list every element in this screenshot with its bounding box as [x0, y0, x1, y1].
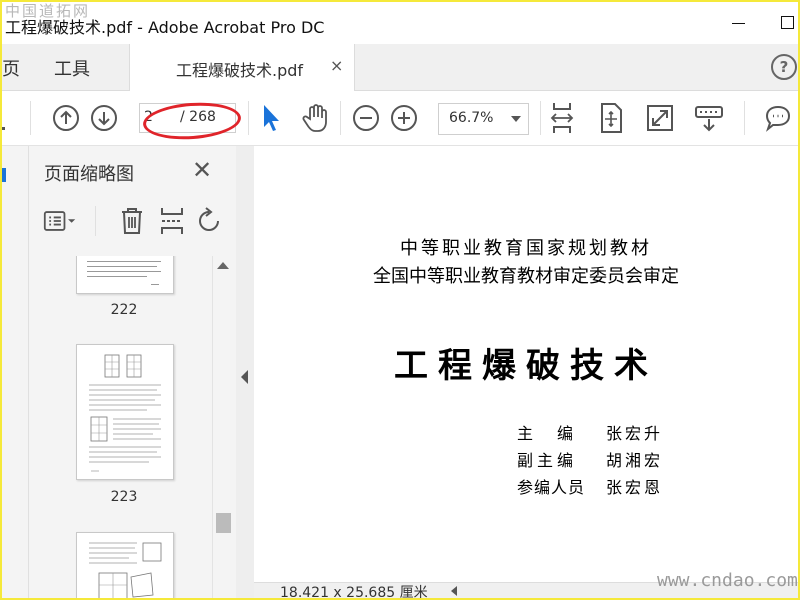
scroll-up-icon[interactable]: [217, 262, 229, 269]
toolbar-overflow-icon[interactable]: [2, 101, 12, 135]
zoom-in-icon[interactable]: [387, 101, 421, 135]
document-title: 工程爆破技术: [394, 346, 658, 386]
document-approval-line: 全国中等职业教育教材审定委员会审定: [373, 266, 679, 287]
zoom-dropdown[interactable]: 66.7%: [438, 103, 529, 135]
full-screen-icon[interactable]: [643, 101, 677, 135]
insert-page-icon[interactable]: [155, 204, 189, 238]
thumbnail-list: 222 223: [29, 256, 209, 598]
document-series-line: 中等职业教育国家规划教材: [400, 238, 652, 259]
credit-role: 参编人员: [517, 478, 586, 497]
title-bar: 中国道拓网 工程爆破技术.pdf - Adobe Acrobat Pro DC: [2, 2, 798, 44]
zoom-value: 66.7%: [449, 110, 494, 126]
credit-role: 副主编: [517, 451, 578, 470]
page-thumbnails-panel: 页面缩略图 ✕ 222 223: [29, 146, 236, 598]
close-tab-icon[interactable]: ×: [330, 56, 343, 75]
document-tab-label: 工程爆破技术.pdf: [176, 61, 304, 80]
panel-toolbar: [29, 194, 236, 252]
scroll-left-icon[interactable]: [451, 586, 457, 596]
page-thumbnail[interactable]: [76, 344, 174, 480]
scrollbar-thumb[interactable]: [216, 513, 231, 533]
toolbar-divider: [744, 101, 745, 135]
zoom-out-icon[interactable]: [349, 101, 383, 135]
maximize-button[interactable]: [776, 10, 798, 36]
document-tab[interactable]: 工程爆破技术.pdf ×: [129, 44, 355, 91]
app-window: 中国道拓网 工程爆破技术.pdf - Adobe Acrobat Pro DC …: [0, 0, 800, 600]
menu-bar: 页 工具 工程爆破技术.pdf × ?: [2, 44, 798, 91]
left-navigation-strip: [2, 146, 29, 598]
rotate-page-icon[interactable]: [195, 204, 225, 238]
comment-icon[interactable]: [761, 101, 795, 135]
thumbnail-page-label: 223: [110, 489, 138, 505]
credit-name: 张宏恩: [606, 478, 664, 497]
credit-name: 张宏升: [606, 424, 664, 443]
active-nav-indicator: [2, 168, 6, 182]
thumbnail-options-icon[interactable]: [43, 204, 77, 238]
credit-name: 胡湘宏: [606, 451, 664, 470]
toolbar-divider: [248, 101, 249, 135]
menu-home[interactable]: 页: [2, 55, 20, 81]
toolbar: / 268 66.7%: [2, 91, 798, 146]
page-thumbnail[interactable]: [76, 256, 174, 294]
close-panel-icon[interactable]: ✕: [192, 156, 212, 184]
watermark-bottom: www.cndao.com: [657, 570, 798, 591]
previous-page-icon[interactable]: [49, 101, 83, 135]
page-size-label: 18.421 x 25.685 厘米: [280, 585, 428, 600]
menu-tools[interactable]: 工具: [54, 55, 90, 81]
toolbar-divider: [340, 101, 341, 135]
keyboard-icon[interactable]: [692, 101, 726, 135]
fit-page-icon[interactable]: [594, 101, 628, 135]
page-thumbnail[interactable]: [76, 532, 174, 598]
hand-tool-icon[interactable]: [299, 101, 333, 135]
help-icon[interactable]: ?: [771, 54, 797, 80]
select-pointer-icon[interactable]: [253, 101, 287, 135]
panel-title: 页面缩略图: [44, 164, 134, 185]
chevron-down-icon: [511, 116, 521, 122]
fit-width-icon[interactable]: [545, 101, 579, 135]
next-page-icon[interactable]: [87, 101, 121, 135]
delete-page-icon[interactable]: [115, 204, 149, 238]
window-title: 工程爆破技术.pdf - Adobe Acrobat Pro DC: [5, 18, 325, 37]
thumbnail-scrollbar[interactable]: [212, 256, 233, 598]
collapse-arrow-icon[interactable]: [241, 370, 248, 384]
credit-role: 主 编: [517, 424, 578, 443]
document-view[interactable]: 中等职业教育国家规划教材 全国中等职业教育教材审定委员会审定 工程爆破技术 主 …: [254, 146, 798, 582]
panel-collapse-strip[interactable]: [236, 146, 254, 598]
minimize-button[interactable]: [726, 10, 752, 36]
toolbar-divider: [30, 101, 31, 135]
toolbar-divider: [540, 101, 541, 135]
panel-divider: [95, 206, 96, 236]
thumbnail-page-label: 222: [110, 302, 138, 318]
